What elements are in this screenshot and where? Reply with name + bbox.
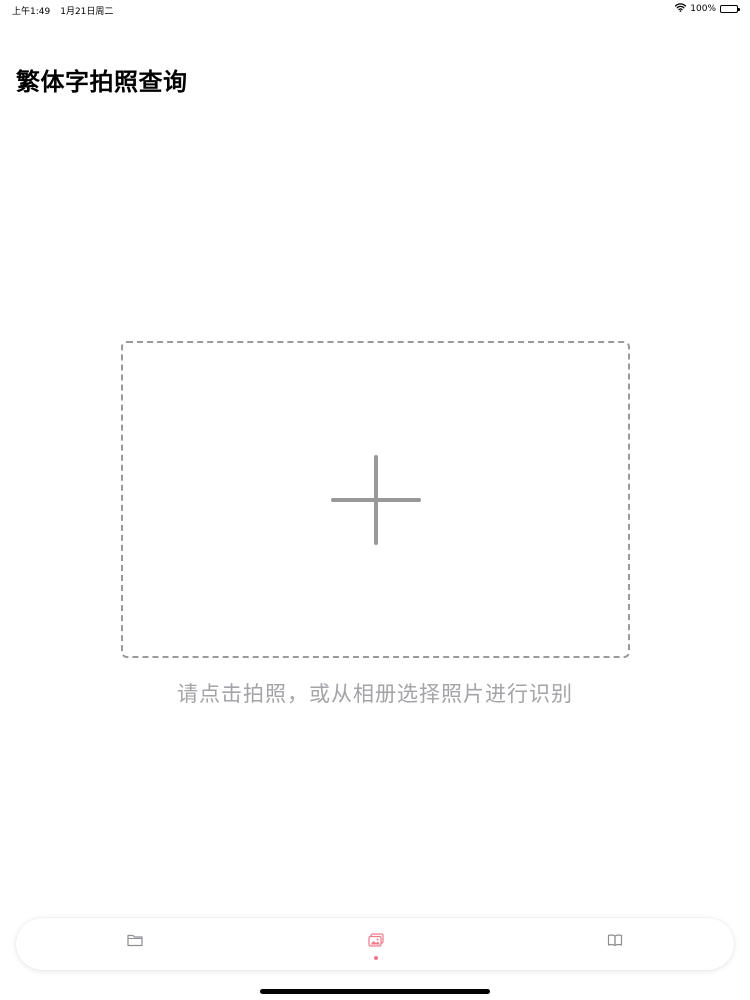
tab-files[interactable] [120, 930, 150, 960]
tab-photo[interactable] [361, 930, 391, 960]
wifi-icon [675, 3, 687, 15]
page-title: 繁体字拍照查询 [16, 68, 188, 96]
status-time: 上午1:49 [12, 7, 51, 17]
plus-icon [331, 455, 421, 545]
battery-percent: 100% [690, 4, 716, 14]
home-indicator[interactable] [260, 989, 490, 994]
status-right: 100% [675, 3, 740, 15]
tab-dictionary[interactable] [600, 930, 630, 960]
upload-hint: 请点击拍照，或从相册选择照片进行识别 [177, 682, 573, 706]
photo-upload-area[interactable] [121, 341, 630, 658]
tab-bar [16, 918, 734, 970]
active-tab-dot [374, 956, 378, 960]
status-date: 1月21日周二 [60, 7, 114, 17]
status-bar: 上午1:49 1月21日周二 100% [0, 0, 750, 18]
battery-icon [720, 5, 740, 13]
plus-vertical-bar [374, 455, 378, 545]
status-left: 上午1:49 1月21日周二 [12, 4, 113, 17]
